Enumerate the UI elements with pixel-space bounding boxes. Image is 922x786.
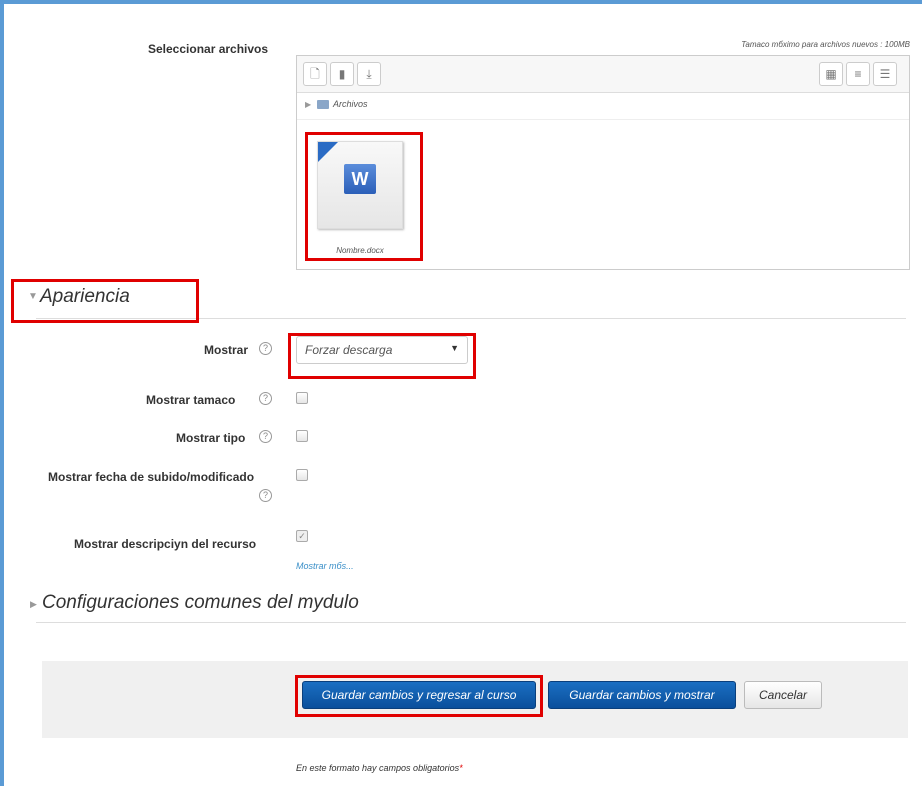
highlight-file	[305, 132, 423, 261]
option-label: Mostrar tipo	[176, 431, 246, 445]
show-more-link[interactable]: Mostrar mбs...	[296, 561, 354, 571]
path-arrow-icon: ▶	[305, 100, 312, 109]
option-label: Mostrar descripciyn del recurso	[74, 537, 257, 551]
view-details-icon[interactable]: ≡	[846, 62, 870, 86]
filemanager-toolbar: 🗋 ▮ ⤓ ▦ ≡ ☰	[297, 56, 909, 93]
required-note: En este formato hay campos obligatorios*	[296, 763, 463, 773]
common-settings-header[interactable]: Configuraciones comunes del mуdulo	[42, 592, 359, 614]
highlight-save-return	[295, 675, 543, 717]
help-icon[interactable]: ?	[259, 430, 272, 443]
view-tree-icon[interactable]: ☰	[873, 62, 897, 86]
download-icon[interactable]: ⤓	[357, 62, 381, 86]
mostrar-tipo-checkbox[interactable]	[296, 430, 308, 442]
breadcrumb-archivos[interactable]: Archivos	[333, 99, 368, 109]
mostrar-descripcion-checkbox[interactable]: ✓	[296, 530, 308, 542]
option-label: Mostrar tamaco	[146, 393, 236, 407]
mostrar-tamaco-checkbox[interactable]	[296, 392, 308, 404]
select-files-label: Seleccionar archivos	[148, 42, 269, 56]
expand-arrow-icon[interactable]: ▶	[30, 599, 37, 610]
save-show-button[interactable]: Guardar cambios y mostrar	[548, 681, 736, 709]
help-icon[interactable]: ?	[259, 342, 272, 355]
max-size-note: Tamaco mбximo para archivos nuevos : 100…	[741, 40, 910, 49]
add-file-icon[interactable]: 🗋	[303, 62, 327, 86]
highlight-select	[288, 333, 476, 379]
mostrar-fecha-checkbox[interactable]	[296, 469, 308, 481]
option-label: Mostrar fecha de subido/modificado	[48, 470, 255, 484]
view-icons-icon[interactable]: ▦	[819, 62, 843, 86]
highlight-apariencia	[11, 279, 199, 323]
required-mark: *	[459, 763, 463, 773]
mostrar-label: Mostrar	[204, 343, 249, 357]
required-note-text: En este formato hay campos obligatorios	[296, 763, 460, 773]
folder-icon	[317, 100, 329, 109]
cancel-button[interactable]: Cancelar	[744, 681, 822, 709]
section-divider	[36, 622, 906, 623]
filemanager-path: ▶ Archivos	[297, 93, 909, 120]
help-icon[interactable]: ?	[259, 392, 272, 405]
help-icon[interactable]: ?	[259, 489, 272, 502]
create-folder-icon[interactable]: ▮	[330, 62, 354, 86]
